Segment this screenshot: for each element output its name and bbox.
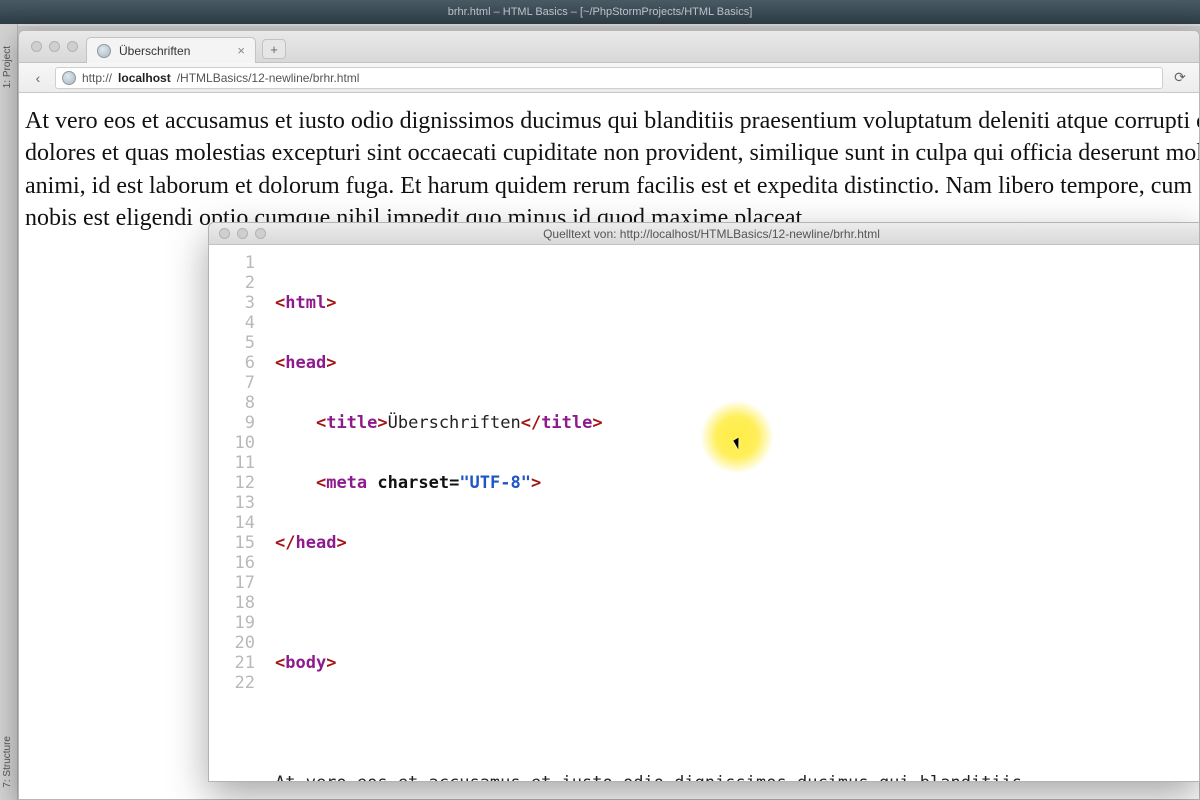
line-number: 11	[209, 453, 265, 473]
ide-rail-project[interactable]: 1: Project	[2, 46, 13, 88]
chevron-left-icon: ‹	[36, 70, 41, 86]
line-number: 9	[209, 413, 265, 433]
line-number: 2	[209, 273, 265, 293]
code-line: At vero eos et accusamus et iusto odio d…	[275, 773, 1199, 781]
line-number: 5	[209, 333, 265, 353]
ide-left-rail: 1: Project 7: Structure	[0, 24, 18, 800]
line-number: 12	[209, 473, 265, 493]
new-tab-button[interactable]: +	[262, 39, 286, 59]
tab-close-button[interactable]: ×	[237, 44, 245, 57]
plus-icon: +	[270, 42, 278, 57]
url-path: /HTMLBasics/12-newline/brhr.html	[177, 71, 360, 85]
line-number: 18	[209, 593, 265, 613]
traffic-light-max-icon[interactable]	[255, 228, 266, 239]
url-field[interactable]: http:// localhost/HTMLBasics/12-newline/b…	[55, 67, 1163, 89]
ide-title: brhr.html – HTML Basics – [~/PhpStormPro…	[448, 6, 753, 18]
line-number: 19	[209, 613, 265, 633]
browser-tabbar: Überschriften × +	[19, 31, 1199, 63]
traffic-light-max-icon[interactable]	[67, 41, 78, 52]
line-number: 10	[209, 433, 265, 453]
traffic-light-min-icon[interactable]	[237, 228, 248, 239]
source-title: Quelltext von: http://localhost/HTMLBasi…	[276, 227, 1199, 241]
line-number: 16	[209, 553, 265, 573]
url-host: localhost	[118, 71, 171, 85]
traffic-light-close-icon[interactable]	[219, 228, 230, 239]
line-number: 8	[209, 393, 265, 413]
source-body[interactable]: 12345678910111213141516171819202122 <htm…	[209, 245, 1199, 781]
source-title-prefix: Quelltext von:	[543, 227, 620, 241]
code-line: <meta charset="UTF-8">	[275, 473, 1199, 493]
url-prefix: http://	[82, 71, 112, 85]
tab-title: Überschriften	[119, 44, 190, 58]
line-number: 14	[209, 513, 265, 533]
line-number: 20	[209, 633, 265, 653]
line-number: 22	[209, 673, 265, 693]
line-number: 21	[209, 653, 265, 673]
source-title-url: http://localhost/HTMLBasics/12-newline/b…	[620, 227, 880, 241]
code-line	[275, 593, 1199, 613]
line-number: 4	[209, 313, 265, 333]
browser-address-bar: ‹ http:// localhost/HTMLBasics/12-newline…	[19, 63, 1199, 93]
line-number: 6	[209, 353, 265, 373]
line-number: 17	[209, 573, 265, 593]
globe-icon	[62, 71, 76, 85]
ide-rail-structure[interactable]: 7: Structure	[2, 736, 13, 788]
page-body-text: At vero eos et accusamus et iusto odio d…	[19, 93, 1199, 235]
line-number: 13	[209, 493, 265, 513]
code-line	[275, 713, 1199, 733]
ide-titlebar: brhr.html – HTML Basics – [~/PhpStormPro…	[0, 0, 1200, 24]
code-line: <body>	[275, 653, 1199, 673]
reload-button[interactable]: ⟳	[1169, 69, 1191, 86]
code-line: <html>	[275, 293, 1199, 313]
source-titlebar[interactable]: Quelltext von: http://localhost/HTMLBasi…	[209, 223, 1199, 245]
source-viewer-window: Quelltext von: http://localhost/HTMLBasi…	[208, 222, 1200, 782]
traffic-light-min-icon[interactable]	[49, 41, 60, 52]
line-number: 15	[209, 533, 265, 553]
source-code[interactable]: <html> <head> <title>Überschriften</titl…	[275, 253, 1199, 781]
line-number: 7	[209, 373, 265, 393]
code-line: <head>	[275, 353, 1199, 373]
source-traffic-lights[interactable]	[209, 228, 276, 239]
line-number: 1	[209, 253, 265, 273]
reload-icon: ⟳	[1174, 69, 1186, 85]
line-number-gutter: 12345678910111213141516171819202122	[209, 253, 265, 693]
traffic-light-close-icon[interactable]	[31, 41, 42, 52]
window-traffic-lights[interactable]	[27, 41, 86, 62]
globe-icon	[97, 44, 111, 58]
back-button[interactable]: ‹	[27, 67, 49, 89]
code-line: <title>Überschriften</title>	[275, 413, 1199, 433]
line-number: 3	[209, 293, 265, 313]
code-line: </head>	[275, 533, 1199, 553]
browser-tab[interactable]: Überschriften ×	[86, 37, 256, 63]
